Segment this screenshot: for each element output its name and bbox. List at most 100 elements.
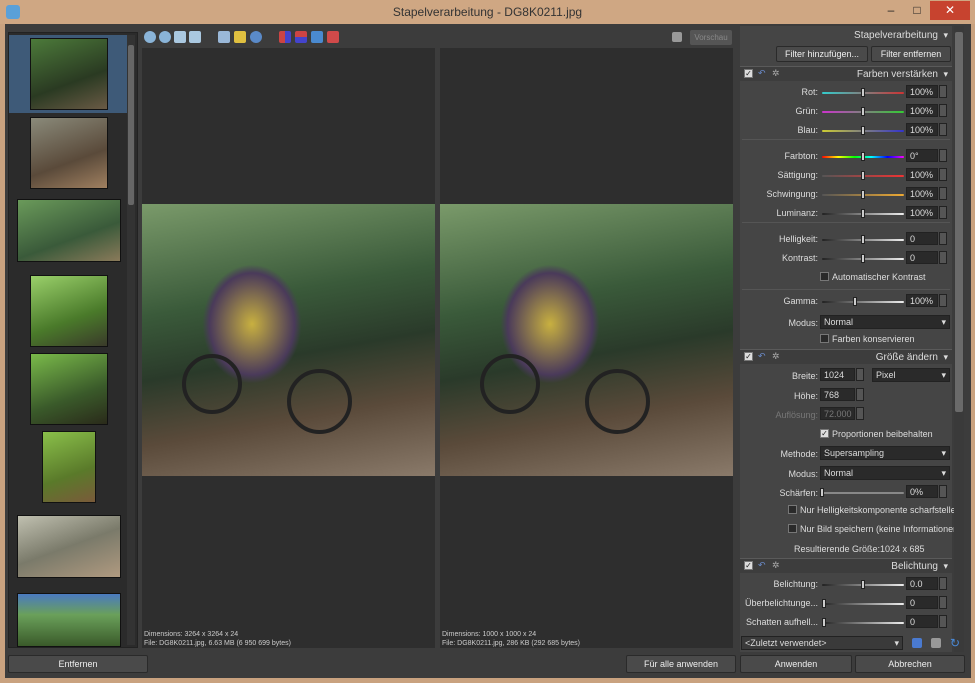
thumbnail-item[interactable] — [9, 199, 129, 263]
slider-spinner[interactable] — [939, 596, 947, 609]
gamma-spinner[interactable] — [939, 294, 947, 307]
height-spinner[interactable] — [856, 388, 864, 401]
cancel-button[interactable]: Abbrechen — [855, 655, 965, 673]
thumbnail-scrollbar[interactable] — [127, 35, 135, 645]
slider-knob[interactable] — [861, 88, 865, 97]
slider-value[interactable]: 100% — [906, 123, 938, 136]
thumbnail-item[interactable] — [9, 35, 129, 113]
result-pane[interactable]: Dimensions: 1000 x 1000 x 24 File: DG8K0… — [440, 48, 733, 648]
slider-track[interactable] — [822, 622, 904, 624]
method-select[interactable]: Supersampling ▾ — [820, 446, 950, 460]
resize-mode-select[interactable]: Normal ▾ — [820, 466, 950, 480]
save-icon[interactable] — [912, 638, 922, 648]
recent-presets-select[interactable]: <Zuletzt verwendet> ▾ — [741, 636, 903, 650]
gear-icon[interactable]: ✲ — [772, 560, 780, 571]
slider-knob[interactable] — [861, 580, 865, 589]
slider-spinner[interactable] — [939, 187, 947, 200]
sharpen-value[interactable]: 0% — [906, 485, 938, 498]
enable-checkbox[interactable]: ✓ — [744, 69, 753, 78]
gear-icon[interactable]: ✲ — [772, 351, 780, 362]
apply-all-button[interactable]: Für alle anwenden — [626, 655, 736, 673]
slider-value[interactable]: 100% — [906, 104, 938, 117]
thumbnail-item[interactable] — [9, 515, 129, 579]
resolution-spinner[interactable] — [856, 407, 864, 420]
section-header-exposure[interactable]: ✓ ↶ ✲ Belichtung ▾ — [740, 558, 952, 573]
slider-value[interactable]: 0 — [906, 615, 938, 628]
slider-knob[interactable] — [822, 618, 826, 627]
gamma-knob[interactable] — [853, 297, 857, 306]
actual-size-icon[interactable] — [174, 31, 186, 43]
lock-icon[interactable] — [672, 32, 682, 42]
apply-button[interactable]: Anwenden — [740, 655, 852, 673]
gamma-value[interactable]: 100% — [906, 294, 938, 307]
keep-ratio-checkbox[interactable]: ✓ — [820, 429, 829, 438]
split-horizontal-icon[interactable] — [295, 31, 307, 43]
preview-button[interactable]: Vorschau — [690, 30, 732, 45]
mode-select[interactable]: Normal ▾ — [820, 315, 950, 329]
text-icon[interactable] — [218, 31, 230, 43]
refresh-icon[interactable]: ↻ — [950, 636, 960, 650]
height-field[interactable]: 768 — [820, 388, 855, 401]
image-only-checkbox[interactable] — [788, 524, 797, 533]
enable-checkbox[interactable]: ✓ — [744, 352, 753, 361]
slider-knob[interactable] — [861, 190, 865, 199]
enable-checkbox[interactable]: ✓ — [744, 561, 753, 570]
thumbnail-strip[interactable] — [8, 32, 138, 648]
auto-contrast-checkbox[interactable] — [820, 272, 829, 281]
section-header-color[interactable]: ✓ ↶ ✲ Farben verstärken ▾ — [740, 66, 952, 81]
slider-value[interactable]: 100% — [906, 168, 938, 181]
slider-knob[interactable] — [861, 235, 865, 244]
result-view-icon[interactable] — [327, 31, 339, 43]
sharpen-knob[interactable] — [820, 488, 824, 497]
slider-value[interactable]: 0 — [906, 251, 938, 264]
gear-icon[interactable]: ✲ — [772, 68, 780, 79]
undo-icon[interactable]: ↶ — [758, 351, 766, 362]
slider-value[interactable]: 0 — [906, 596, 938, 609]
slider-value[interactable]: 100% — [906, 85, 938, 98]
slider-spinner[interactable] — [939, 123, 947, 136]
slider-spinner[interactable] — [939, 85, 947, 98]
thumbnail-item[interactable] — [9, 275, 129, 347]
slider-knob[interactable] — [861, 209, 865, 218]
luma-only-checkbox[interactable] — [788, 505, 797, 514]
add-filter-button[interactable]: Filter hinzufügen... — [776, 46, 868, 62]
thumbnail-item[interactable] — [9, 593, 129, 647]
slider-spinner[interactable] — [939, 206, 947, 219]
width-field[interactable]: 1024 — [820, 368, 855, 381]
remove-button[interactable]: Entfernen — [8, 655, 148, 673]
slider-knob[interactable] — [861, 107, 865, 116]
slider-value[interactable]: 0° — [906, 149, 938, 162]
slider-knob[interactable] — [861, 254, 865, 263]
undo-icon[interactable]: ↶ — [758, 68, 766, 79]
slider-spinner[interactable] — [939, 251, 947, 264]
zoom-out-icon[interactable] — [159, 31, 171, 43]
slider-value[interactable]: 0.0 — [906, 577, 938, 590]
slider-spinner[interactable] — [939, 149, 947, 162]
slider-spinner[interactable] — [939, 615, 947, 628]
slider-value[interactable]: 100% — [906, 187, 938, 200]
scrollbar-thumb[interactable] — [955, 32, 963, 412]
slider-knob[interactable] — [861, 152, 865, 161]
scrollbar-thumb[interactable] — [128, 45, 134, 205]
original-pane[interactable]: Dimensions: 3264 x 3264 x 24 File: DG8K0… — [142, 48, 435, 648]
sharpen-spinner[interactable] — [939, 485, 947, 498]
original-view-icon[interactable] — [311, 31, 323, 43]
tools-icon[interactable] — [931, 638, 941, 648]
slider-knob[interactable] — [861, 171, 865, 180]
slider-spinner[interactable] — [939, 577, 947, 590]
slider-spinner[interactable] — [939, 168, 947, 181]
undo-icon[interactable]: ↶ — [758, 560, 766, 571]
slider-spinner[interactable] — [939, 104, 947, 117]
zoom-in-icon[interactable] — [144, 31, 156, 43]
gamma-slider[interactable] — [822, 301, 904, 303]
sharpen-slider[interactable] — [822, 492, 904, 494]
thumbnail-item[interactable] — [9, 117, 129, 189]
slider-spinner[interactable] — [939, 232, 947, 245]
info-icon[interactable] — [250, 31, 262, 43]
minimize-button[interactable]: – — [878, 1, 904, 20]
slider-knob[interactable] — [822, 599, 826, 608]
keep-colors-checkbox[interactable] — [820, 334, 829, 343]
split-vertical-icon[interactable] — [279, 31, 291, 43]
highlight-icon[interactable] — [234, 31, 246, 43]
fit-window-icon[interactable] — [189, 31, 201, 43]
